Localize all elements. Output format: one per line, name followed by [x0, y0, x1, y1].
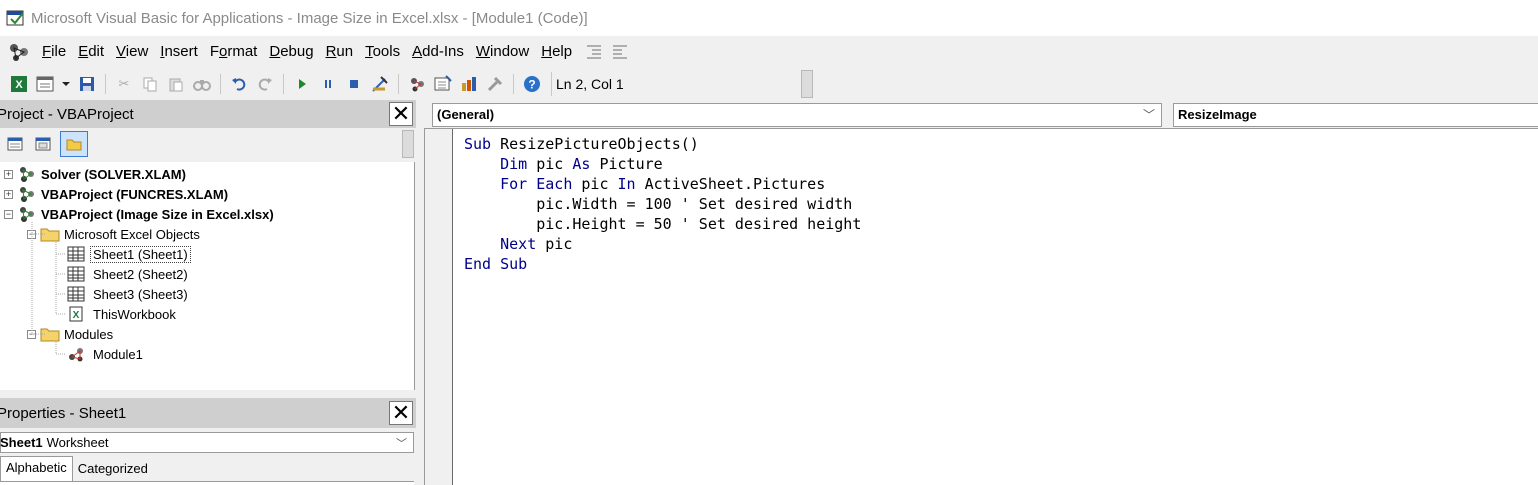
menu-view[interactable]: View: [110, 40, 154, 64]
code-editor[interactable]: Sub ResizePictureObjects() Dim pic As Pi…: [424, 128, 1538, 485]
menu-edit[interactable]: Edit: [72, 40, 110, 64]
code-line[interactable]: Sub ResizePictureObjects(): [464, 134, 861, 154]
view-code-icon[interactable]: [4, 133, 26, 155]
properties-icon[interactable]: [432, 73, 454, 95]
break-icon[interactable]: [317, 73, 339, 95]
code-line[interactable]: Next pic: [464, 234, 861, 254]
design-mode-icon[interactable]: [369, 73, 391, 95]
menu-run[interactable]: Run: [320, 40, 360, 64]
properties-tabs: Alphabetic Categorized: [0, 456, 414, 482]
menu-format[interactable]: Format: [204, 40, 264, 64]
find-icon[interactable]: [191, 73, 213, 95]
tab-categorized[interactable]: Categorized: [72, 458, 153, 482]
project-toolbar-grip[interactable]: [402, 130, 414, 158]
code-line[interactable]: pic.Width = 100 ' Set desired width: [464, 194, 861, 214]
tree-connector-lines: [31, 222, 66, 355]
properties-panel-header: Properties - Sheet1 ✕: [0, 398, 416, 428]
view-object-icon[interactable]: [32, 133, 54, 155]
code-line[interactable]: For Each pic In ActiveSheet.Pictures: [464, 174, 861, 194]
close-properties-panel-button[interactable]: ✕: [389, 401, 413, 425]
properties-object-select[interactable]: Sheet1 Worksheet ﹀: [0, 432, 414, 453]
project-tree: + Solver (SOLVER.XLAM) + VBAProject (FUN…: [0, 162, 415, 390]
toolbar-separator: [283, 74, 284, 94]
code-margin[interactable]: [425, 129, 453, 485]
chevron-down-icon: ﹀: [396, 438, 407, 450]
menu-add-ins[interactable]: Add-Ins: [406, 40, 470, 64]
standard-toolbar: X ✂ ? Ln 2, Col 1: [0, 68, 815, 100]
code-line[interactable]: pic.Height = 50 ' Set desired height: [464, 214, 861, 234]
run-icon[interactable]: [291, 73, 313, 95]
procedure-combo[interactable]: ResizeImage: [1173, 103, 1538, 127]
procedure-combo-value: ResizeImage: [1178, 107, 1257, 122]
tab-alphabetic[interactable]: Alphabetic: [0, 456, 73, 482]
code-line[interactable]: Dim pic As Picture: [464, 154, 861, 174]
redo-icon[interactable]: [254, 73, 276, 95]
outdent-icon[interactable]: [610, 42, 630, 62]
cut-icon[interactable]: ✂: [113, 73, 135, 95]
code-line[interactable]: End Sub: [464, 254, 861, 274]
toolbar-separator: [105, 74, 106, 94]
object-combo[interactable]: (General) ﹀: [432, 103, 1162, 127]
svg-text:?: ?: [528, 78, 535, 92]
project-panel-toolbar: [0, 128, 416, 160]
vba-app-icon: [6, 10, 24, 26]
object-type: Worksheet: [46, 435, 109, 450]
toolbar-overflow-grip[interactable]: [801, 70, 813, 98]
undo-icon[interactable]: [228, 73, 250, 95]
reset-icon[interactable]: [343, 73, 365, 95]
menu-help[interactable]: Help: [535, 40, 578, 64]
panel-splitter[interactable]: [416, 100, 424, 485]
dropdown-icon[interactable]: [60, 73, 72, 95]
menu-file[interactable]: File: [36, 40, 72, 64]
excel-icon[interactable]: X: [8, 73, 30, 95]
menu-insert[interactable]: Insert: [154, 40, 204, 64]
indent-icon[interactable]: [584, 42, 604, 62]
object-name: Sheet1: [0, 435, 43, 450]
svg-text:X: X: [15, 79, 23, 91]
menu-window[interactable]: Window: [470, 40, 535, 64]
chevron-down-icon: ﹀: [1142, 108, 1155, 122]
project-panel-header: Project - VBAProject ✕: [0, 100, 416, 128]
menu-debug[interactable]: Debug: [263, 40, 319, 64]
toolbar-separator: [513, 74, 514, 94]
properties-panel-title: Properties - Sheet1: [0, 404, 127, 422]
close-project-panel-button[interactable]: ✕: [389, 102, 413, 126]
save-icon[interactable]: [76, 73, 98, 95]
insert-module-icon[interactable]: [34, 73, 56, 95]
properties-grid: [0, 481, 414, 485]
window-title: Microsoft Visual Basic for Applications …: [31, 9, 588, 27]
code-window-header: (General) ﹀ ResizeImage: [424, 100, 1538, 128]
object-browser-icon[interactable]: [458, 73, 480, 95]
cursor-position-status: Ln 2, Col 1: [551, 72, 789, 96]
menu-bar: File Edit View Insert Format Debug Run T…: [0, 36, 1538, 68]
title-bar: Microsoft Visual Basic for Applications …: [0, 0, 1538, 36]
help-icon[interactable]: ?: [521, 73, 543, 95]
copy-icon[interactable]: [139, 73, 161, 95]
paste-icon[interactable]: [165, 73, 187, 95]
project-explorer-icon[interactable]: [406, 73, 428, 95]
object-combo-value: (General): [437, 107, 495, 122]
toolbox-icon[interactable]: [484, 73, 506, 95]
toolbar-separator: [220, 74, 221, 94]
project-panel-title: Project - VBAProject: [0, 105, 134, 123]
toggle-folders-icon[interactable]: [60, 131, 88, 157]
toolbar-separator: [398, 74, 399, 94]
menu-tools[interactable]: Tools: [359, 40, 406, 64]
vba-project-icon: [10, 44, 28, 61]
code-lines[interactable]: Sub ResizePictureObjects() Dim pic As Pi…: [464, 134, 861, 274]
